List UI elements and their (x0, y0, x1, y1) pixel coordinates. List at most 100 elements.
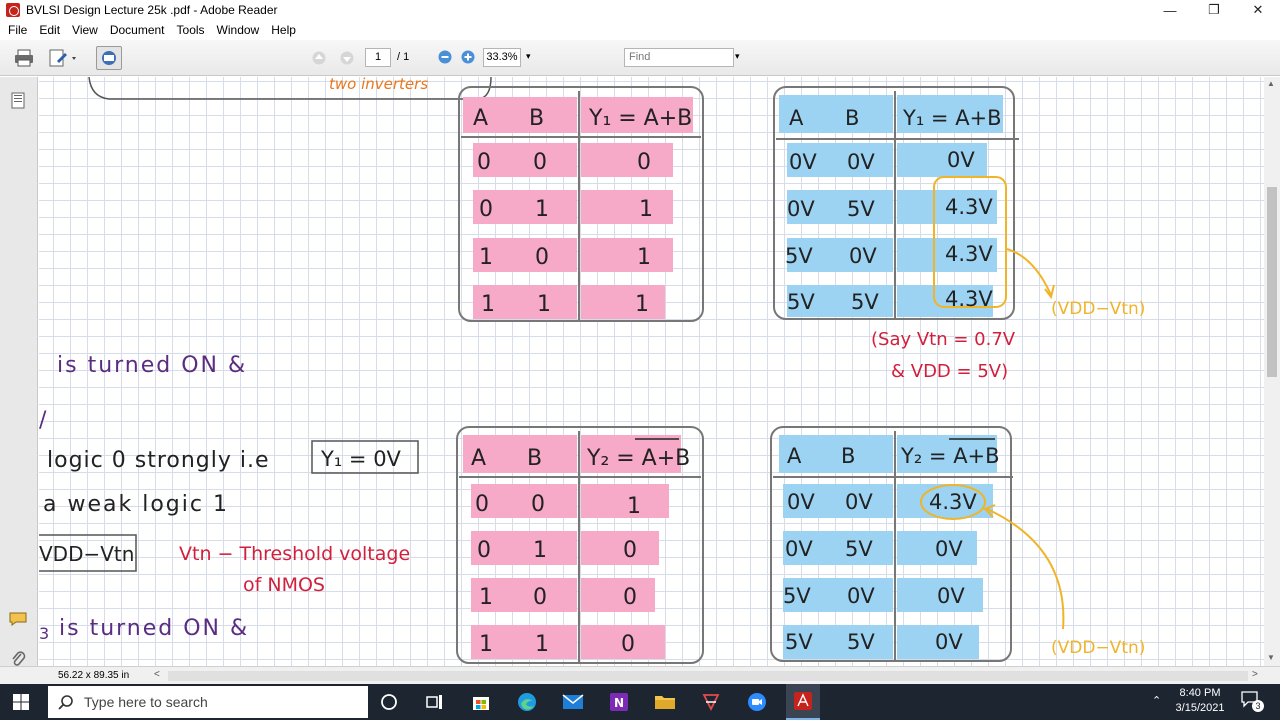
close-button[interactable]: ✕ (1236, 0, 1280, 20)
t1-cell: 0 (533, 150, 547, 175)
store-icon[interactable] (464, 684, 498, 720)
minimize-button[interactable]: — (1148, 0, 1192, 20)
app-icon[interactable] (694, 684, 728, 720)
comments-icon[interactable] (8, 611, 28, 630)
note-y1-0v: Y₁ = 0V (320, 447, 402, 471)
t4-header-b: B (841, 444, 855, 468)
t3-cell: 0 (531, 492, 545, 517)
t2-cell: 5V (785, 244, 813, 268)
t3-cell: 0 (475, 492, 489, 517)
taskbar-clock[interactable]: 8:40 PM 3/15/2021 (1160, 686, 1240, 716)
t1-cell: 1 (535, 197, 549, 222)
next-page-icon[interactable] (338, 49, 356, 67)
t2-cell: 0V (947, 148, 975, 172)
zoom-out-icon[interactable] (437, 49, 453, 65)
t4-cell: 0V (935, 537, 963, 561)
menu-edit[interactable]: Edit (33, 23, 66, 37)
onenote-icon[interactable]: N (602, 684, 636, 720)
t4-cell: 0V (847, 584, 875, 608)
t2-cell: 0V (789, 150, 817, 174)
t4-cell: 0V (785, 537, 813, 561)
lecture-page: two inverters is turned ON & / logic 0 s… (39, 77, 1145, 664)
t1-cell: 0 (479, 197, 493, 222)
voltage-table-1: A B Y₁ = A+B 0V 0V 0V 0V 5V 4.3V 5V 0V 4… (773, 86, 1019, 320)
voltage-table-2: A B Y₂ = A+B 0V 0V 4.3V 0V 5V 0V 5V 0V 0… (770, 426, 1013, 662)
mail-icon[interactable] (556, 684, 590, 720)
zoom-in-icon[interactable] (460, 49, 476, 65)
t3-cell: 0 (477, 538, 491, 563)
t1-cell: 1 (635, 292, 649, 317)
zoom-app-icon[interactable] (740, 684, 774, 720)
menu-window[interactable]: Window (211, 23, 266, 37)
clock-date: 3/15/2021 (1175, 702, 1225, 714)
t2-cell: 4.3V (945, 287, 993, 311)
adobe-reader-taskbar-icon[interactable] (786, 684, 820, 720)
collaborate-icon[interactable] (96, 46, 122, 70)
scroll-left-icon[interactable]: < (154, 669, 160, 680)
adobe-reader-icon (6, 3, 20, 17)
navigation-panel (0, 77, 38, 666)
menu-document[interactable]: Document (104, 23, 171, 37)
t3-cell: 1 (535, 632, 549, 657)
note-vdd-5v: & VDD = 5V) (891, 361, 1008, 382)
page-size-label: 56.22 x 89.35 in (58, 670, 130, 681)
edge-icon[interactable] (510, 684, 544, 720)
note-weak-logic1: a weak logic 1 (43, 492, 229, 517)
t3-header-b: B (527, 446, 542, 471)
horizontal-scrollbar[interactable] (168, 671, 1248, 681)
find-input[interactable]: Find (624, 48, 734, 67)
t4-header-y: Y₂ = A+B (900, 444, 1000, 468)
page-number-input[interactable]: 1 (365, 48, 391, 67)
menu-view[interactable]: View (66, 23, 104, 37)
t4-header-a: A (787, 444, 802, 468)
t1-cell: 1 (481, 292, 495, 317)
scroll-right-icon[interactable]: > (1252, 669, 1258, 680)
t2-cell: 5V (851, 290, 879, 314)
notification-count-badge: 3 (1252, 700, 1264, 712)
windows-start-icon[interactable] (4, 684, 38, 720)
t3-cell: 0 (623, 538, 637, 563)
t3-header-a: A (471, 446, 486, 471)
notification-center-icon[interactable]: 3 (1240, 690, 1264, 712)
edit-document-icon[interactable] (46, 48, 80, 68)
status-bar: 56.22 x 89.35 in < > (0, 666, 1280, 684)
pages-icon[interactable] (10, 91, 26, 112)
maximize-button[interactable]: ❐ (1192, 0, 1236, 20)
menu-tools[interactable]: Tools (171, 23, 211, 37)
scroll-up-icon[interactable]: ▲ (1267, 79, 1275, 88)
t4-cell: 4.3V (929, 490, 977, 514)
cortana-icon[interactable] (372, 684, 406, 720)
t2-cell: 0V (847, 150, 875, 174)
document-viewport[interactable]: two inverters is turned ON & / logic 0 s… (39, 77, 1264, 666)
note-vdd-vtn: VDD−Vtn (39, 542, 134, 566)
task-view-icon[interactable] (418, 684, 452, 720)
svg-text:N: N (614, 696, 624, 710)
t3-cell: 1 (479, 585, 493, 610)
menu-help[interactable]: Help (265, 23, 302, 37)
t2-cell: 4.3V (945, 242, 993, 266)
search-icon (58, 695, 73, 710)
menu-file[interactable]: File (2, 23, 33, 37)
print-icon[interactable] (12, 48, 36, 68)
zoom-dropdown-icon[interactable]: ▾ (526, 51, 531, 62)
toolbar: 1 / 1 33.3% ▾ Find ▾ (0, 40, 1280, 76)
t1-cell: 1 (479, 245, 493, 270)
t2-header-b: B (845, 106, 859, 130)
search-placeholder: Type here to search (84, 694, 208, 710)
file-explorer-icon[interactable] (648, 684, 682, 720)
scroll-down-icon[interactable]: ▼ (1267, 653, 1275, 662)
t4-cell: 0V (787, 490, 815, 514)
t4-cell: 5V (847, 630, 875, 654)
callout-vdd-vtn-bottom: (VDD−Vtn) (1051, 638, 1145, 658)
taskbar-search-box[interactable]: Type here to search (48, 686, 368, 718)
find-dropdown-icon[interactable]: ▾ (735, 51, 740, 62)
zoom-level-input[interactable]: 33.3% (483, 48, 521, 67)
note-slash: / (39, 408, 47, 433)
title-bar: BVLSI Design Lecture 25k .pdf - Adobe Re… (0, 0, 1280, 20)
window-title: BVLSI Design Lecture 25k .pdf - Adobe Re… (26, 3, 278, 17)
vertical-scrollbar[interactable]: ▲ ▼ (1264, 77, 1280, 666)
t2-cell: 0V (849, 244, 877, 268)
t2-header-a: A (789, 106, 804, 130)
previous-page-icon[interactable] (310, 49, 328, 67)
scrollbar-thumb[interactable] (1267, 187, 1277, 377)
